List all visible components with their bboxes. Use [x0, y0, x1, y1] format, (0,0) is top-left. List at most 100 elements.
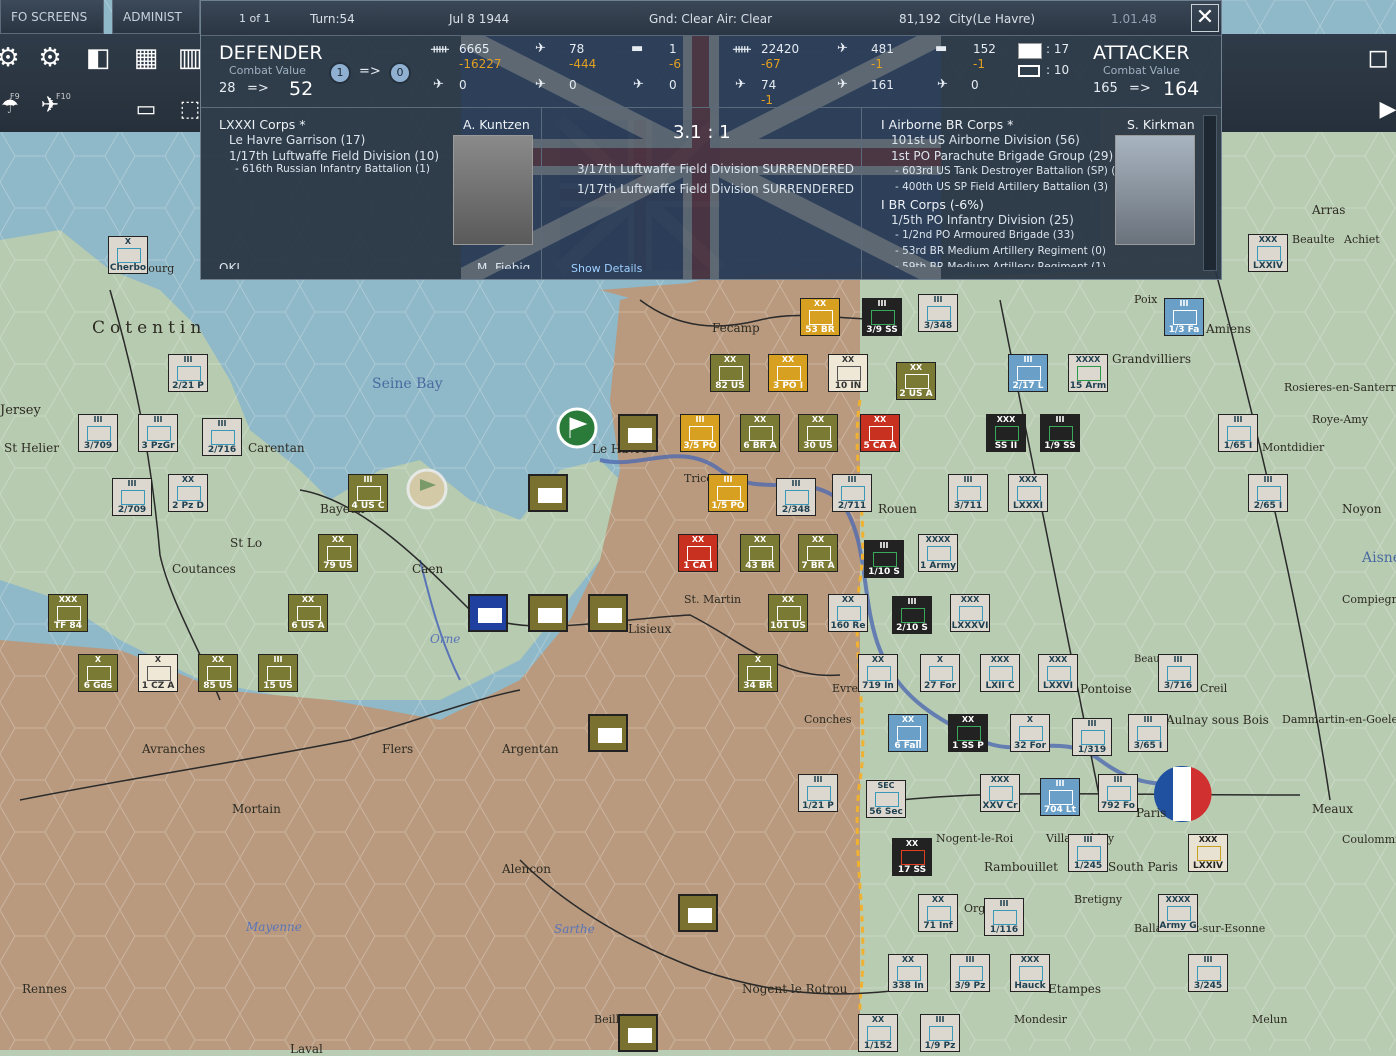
unit-counter[interactable]: XX 1/152	[858, 1014, 898, 1052]
unit-counter[interactable]: III 2/716	[202, 418, 242, 456]
unit-counter[interactable]: III 1/116	[984, 898, 1024, 936]
unit-counter[interactable]: XX 2 US A	[896, 362, 936, 400]
unit-counter[interactable]: XX 82 US	[710, 354, 750, 392]
unit-counter[interactable]: XX 1 SS P	[948, 714, 988, 752]
unit-counter[interactable]: XX 2 Pz D	[168, 474, 208, 512]
unit-counter[interactable]: XX 6 US A	[288, 594, 328, 632]
unit-counter[interactable]: X 34 BR	[738, 654, 778, 692]
enemy-counter[interactable]	[678, 894, 718, 932]
unit-counter[interactable]: XX 71 Inf	[918, 894, 958, 932]
unit-counter[interactable]: III 3/709	[78, 414, 118, 452]
unit-counter[interactable]: X 1 CZ A	[138, 654, 178, 692]
gear-icon[interactable]: ⚙	[30, 38, 70, 78]
unit-counter[interactable]: III 3/5 PO	[680, 414, 720, 452]
attacker-unit-line[interactable]: 1st PO Parachute Brigade Group (29)	[891, 149, 1113, 163]
unit-counter[interactable]: XX 160 Re	[828, 594, 868, 632]
rectangle-icon[interactable]: ▭	[126, 90, 166, 130]
unit-counter[interactable]: III 1/245	[1068, 834, 1108, 872]
unit-counter[interactable]: III 2/709	[112, 478, 152, 516]
unit-counter[interactable]: III 3/348	[918, 294, 958, 332]
attacker-unit-line[interactable]: I Airborne BR Corps *	[881, 117, 1013, 132]
unit-counter[interactable]: XXX XXV Cr	[980, 774, 1020, 812]
unit-counter[interactable]: XXXX 1 Army	[918, 534, 958, 572]
unit-counter[interactable]: XX 719 In	[858, 654, 898, 692]
unit-counter[interactable]: XX 79 US	[318, 534, 358, 572]
unit-counter[interactable]: X 27 For	[920, 654, 960, 692]
unit-counter[interactable]: III 1/319	[1072, 718, 1112, 756]
unit-counter[interactable]: III 2/21 P	[168, 354, 208, 392]
unit-counter[interactable]: XXX LXXVI	[1038, 654, 1078, 692]
attacker-unit-line[interactable]: 101st US Airborne Division (56)	[891, 133, 1080, 147]
attacker-unit-line[interactable]: I BR Corps (-6%)	[881, 197, 984, 212]
enemy-counter[interactable]	[528, 594, 568, 632]
unit-counter[interactable]: XX 7 BR A	[798, 534, 838, 572]
show-details-link[interactable]: Show Details	[571, 262, 642, 275]
unit-counter[interactable]: III 1/3 Fa	[1164, 298, 1204, 336]
unit-counter[interactable]: XX 6 BR A	[740, 414, 780, 452]
enemy-counter[interactable]	[588, 594, 628, 632]
attacker-unit-line[interactable]: - 400th US SP Field Artillery Battalion …	[895, 181, 1108, 193]
unit-counter[interactable]: XX 101 US	[768, 594, 808, 632]
unit-counter[interactable]: XX 17 SS	[892, 838, 932, 876]
attacker-unit-line[interactable]: - 603rd US Tank Destroyer Battalion (SP)…	[895, 165, 1133, 177]
tab-fo-screens[interactable]: FO SCREENS	[0, 0, 104, 34]
unit-counter[interactable]: XX 6 Fall	[888, 714, 928, 752]
attacker-list-scrollbar[interactable]	[1203, 115, 1217, 271]
unit-counter[interactable]: III 3/711	[948, 474, 988, 512]
unit-counter[interactable]: X 6 Gds	[78, 654, 118, 692]
unit-counter[interactable]: III 3/65 I	[1128, 714, 1168, 752]
attacker-unit-line[interactable]: 1/5th PO Infantry Division (25)	[891, 213, 1074, 227]
unit-counter[interactable]: III 2/348	[776, 478, 816, 516]
unit-counter[interactable]: III 1/5 PO	[708, 474, 748, 512]
unit-counter[interactable]: XXX LXXIV	[1188, 834, 1228, 872]
enemy-counter[interactable]	[588, 714, 628, 752]
unit-counter[interactable]: XX 1 CA I	[678, 534, 718, 572]
defender-unit-line[interactable]: - 616th Russian Infantry Battalion (1)	[235, 163, 430, 175]
unit-counter[interactable]: III 15 US	[258, 654, 298, 692]
unit-counter[interactable]: XXX LXII C	[980, 654, 1020, 692]
unit-counter[interactable]: III 1/65 I	[1218, 414, 1258, 452]
unit-counter[interactable]: III 1/9 SS	[1040, 414, 1080, 452]
unit-counter[interactable]: XX 30 US	[798, 414, 838, 452]
unit-counter[interactable]: XX 5 CA A	[860, 414, 900, 452]
enemy-counter[interactable]	[528, 474, 568, 512]
unit-counter[interactable]: III 792 Fo	[1098, 774, 1138, 812]
unit-counter[interactable]: III 1/21 P	[798, 774, 838, 812]
unit-counter[interactable]: III 3/9 SS	[862, 298, 902, 336]
grid-toggle-icon[interactable]: ▦	[126, 38, 166, 78]
unit-counter[interactable]: III 3/245	[1188, 954, 1228, 992]
enemy-counter[interactable]	[618, 1014, 658, 1052]
defender-unit-line[interactable]: LXXXI Corps *	[219, 117, 306, 132]
attacker-unit-line[interactable]: - 1/2nd PO Armoured Brigade (33)	[895, 229, 1074, 241]
unit-counter[interactable]: III 3 PzGr	[138, 414, 178, 452]
unit-counter[interactable]: III 2/17 L	[1008, 354, 1048, 392]
unit-counter[interactable]: III 1/9 Pz	[920, 1014, 960, 1052]
tab-administration[interactable]: ADMINIST	[112, 0, 200, 34]
unit-counter[interactable]: XXX LXXIV	[1248, 234, 1288, 272]
unit-counter[interactable]: XX 10 IN	[828, 354, 868, 392]
unit-counter[interactable]: SEC 56 Sec	[866, 780, 906, 818]
attacker-unit-line[interactable]: - 59th BR Medium Artillery Regiment (1)	[895, 261, 1106, 267]
unit-counter[interactable]: III 2/711	[832, 474, 872, 512]
window-icon[interactable]: ◻	[1358, 38, 1396, 78]
enemy-counter[interactable]	[468, 594, 508, 632]
defender-unit-line[interactable]: Le Havre Garrison (17)	[229, 133, 365, 147]
enemy-counter[interactable]	[618, 414, 658, 452]
unit-counter[interactable]: XXX SS II	[986, 414, 1026, 452]
unit-counter[interactable]: X Cherbo	[108, 236, 148, 274]
unit-counter[interactable]: XX 3 PO I	[768, 354, 808, 392]
unit-counter[interactable]: III 1/10 S	[864, 540, 904, 578]
unit-counter[interactable]: XX 53 BR	[800, 298, 840, 336]
unit-counter[interactable]: XXX TF 84	[48, 594, 88, 632]
unit-counter[interactable]: III 3/9 Pz	[950, 954, 990, 992]
unit-counter[interactable]: X 32 For	[1010, 714, 1050, 752]
unit-counter[interactable]: III 4 US C	[348, 474, 388, 512]
attacker-unit-line[interactable]: - 53rd BR Medium Artillery Regiment (0)	[895, 245, 1106, 257]
unit-counter[interactable]: XX 338 In	[888, 954, 928, 992]
unit-counter[interactable]: III 2/10 S	[892, 596, 932, 634]
unit-counter[interactable]: XXXX 15 Arm	[1068, 354, 1108, 392]
unit-counter[interactable]: XXX Hauck	[1010, 954, 1050, 992]
unit-counter[interactable]: III 704 Lt	[1040, 778, 1080, 816]
defender-unit-line[interactable]: 1/17th Luftwaffe Field Division (10)	[229, 149, 439, 163]
unit-counter[interactable]: XXX LXXXVI	[950, 594, 990, 632]
